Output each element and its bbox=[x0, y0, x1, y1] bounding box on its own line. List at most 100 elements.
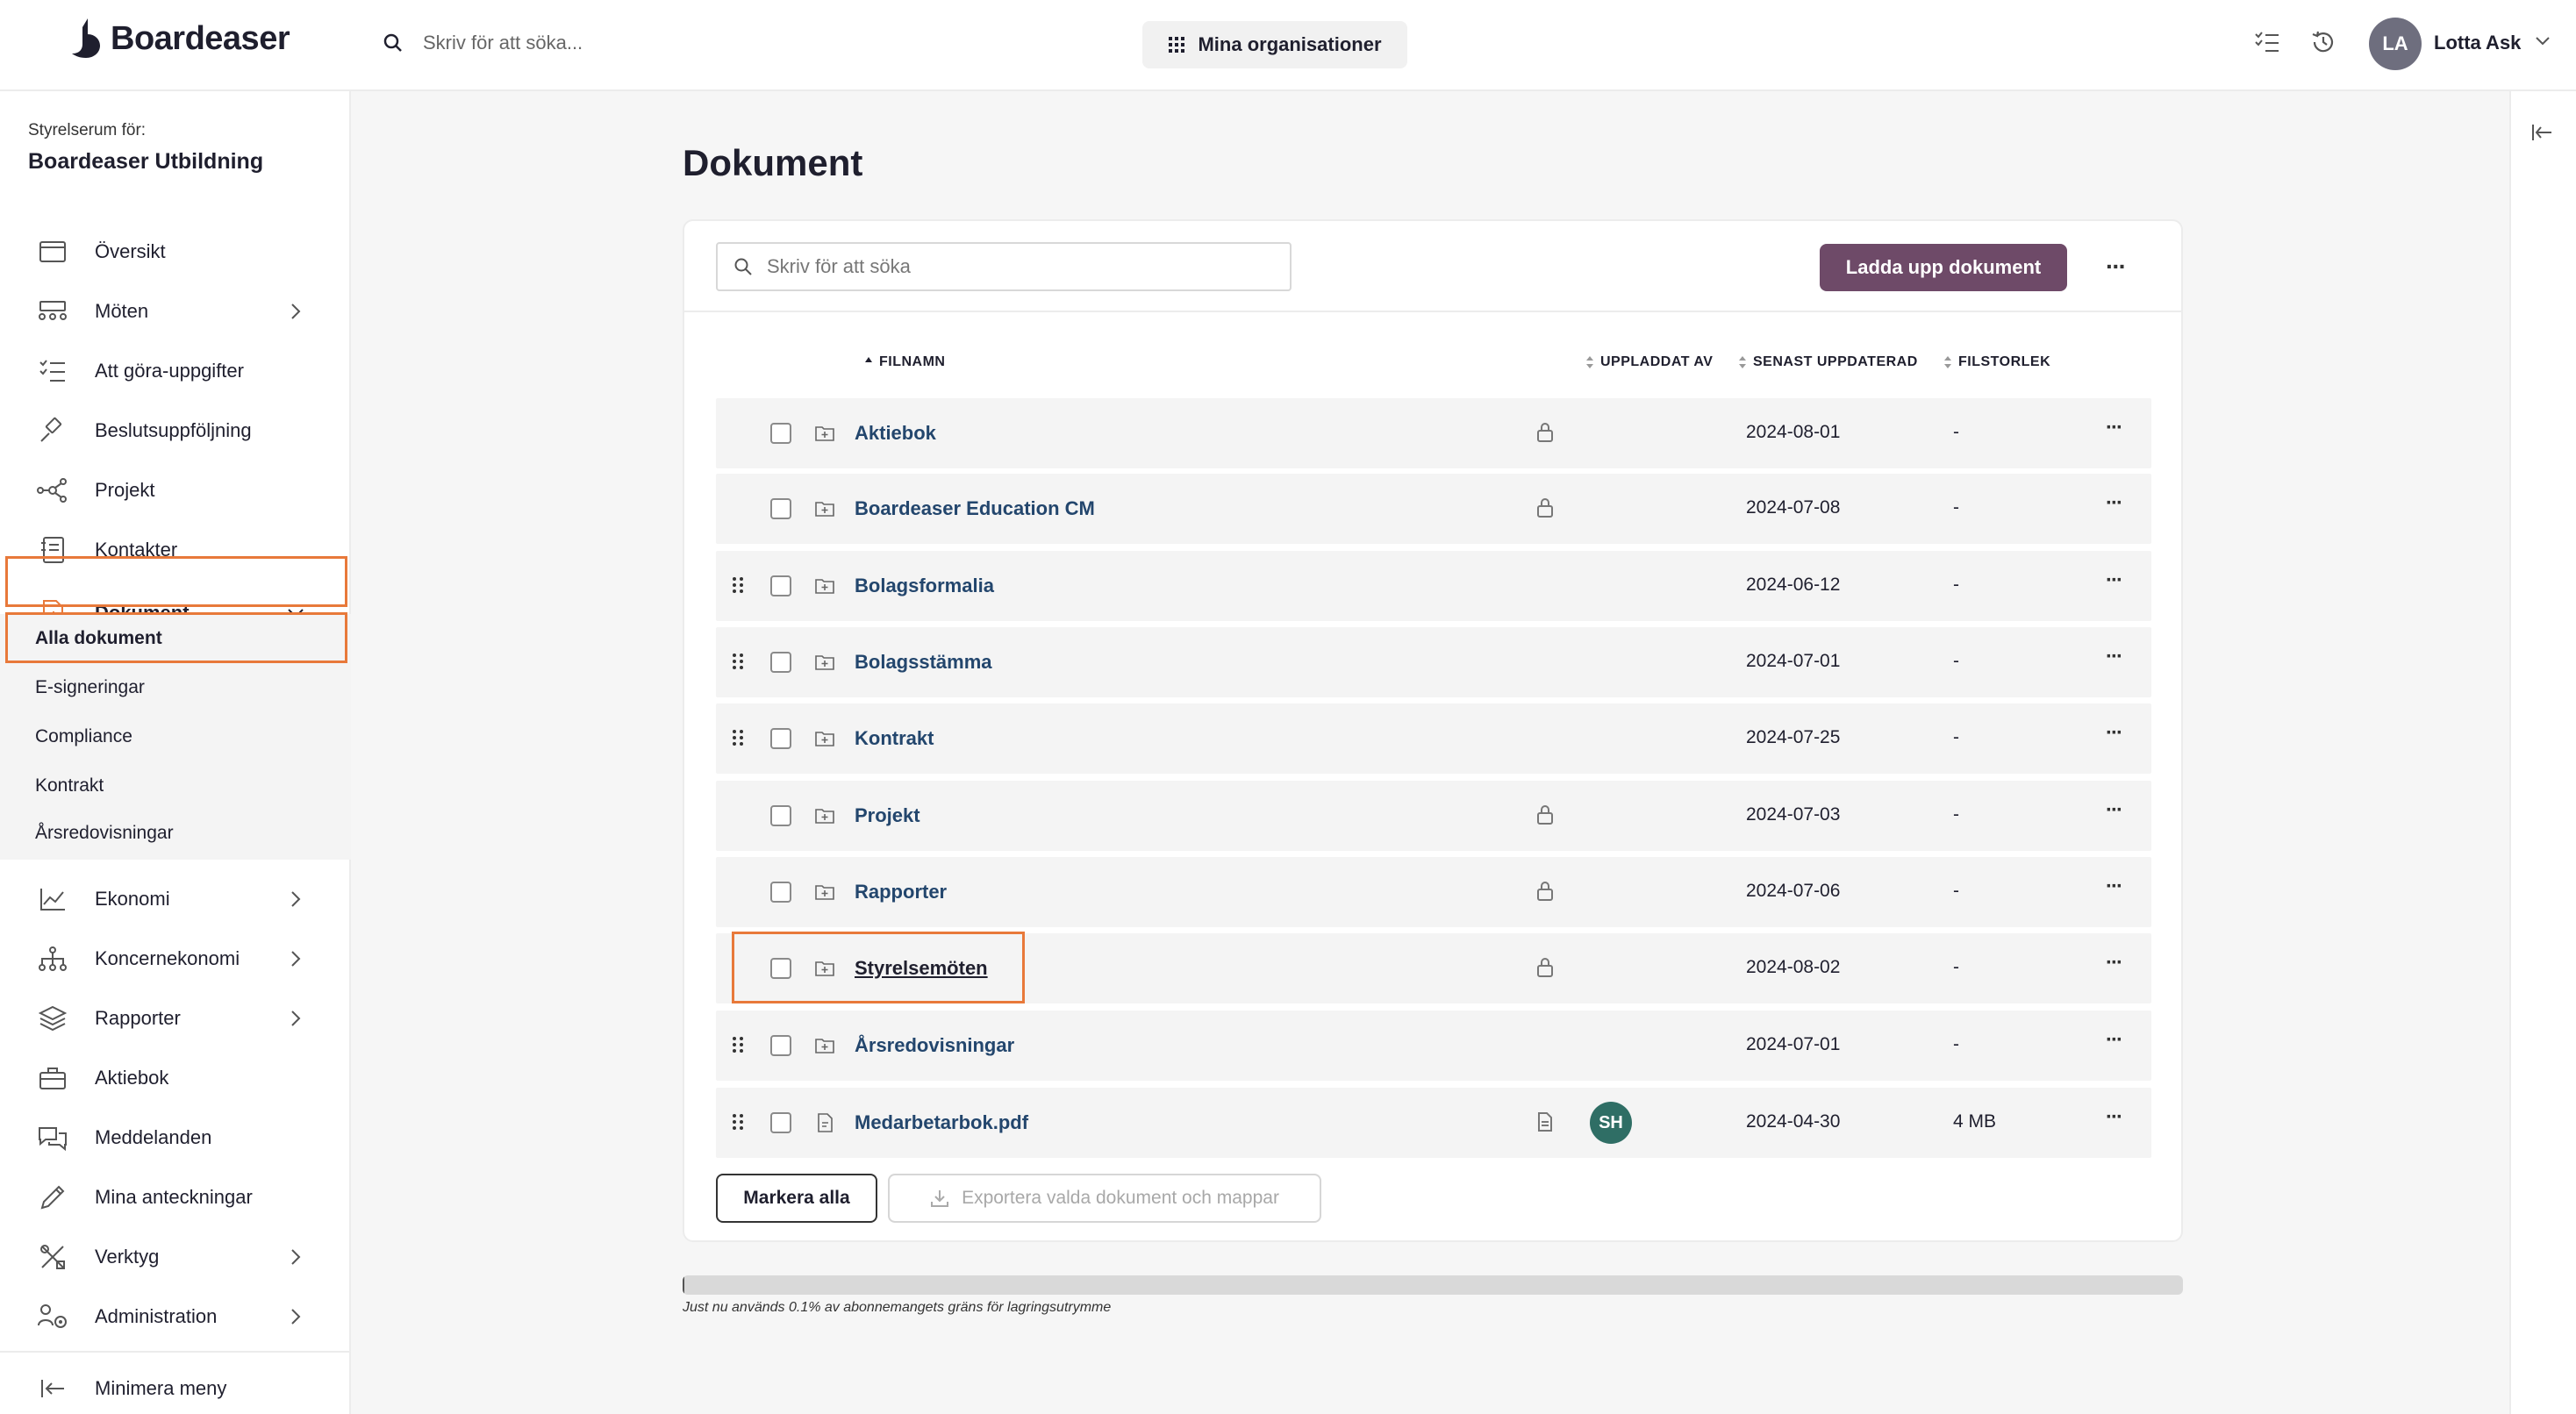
table-row[interactable]: Bolagsstämma 2024-07-01 - ··· bbox=[716, 627, 2151, 697]
table-row[interactable]: Medarbetarbok.pdf SH 2024-04-30 4 MB ··· bbox=[716, 1088, 2151, 1158]
drag-handle-icon[interactable] bbox=[732, 575, 744, 595]
sidebar-item-rapporter[interactable]: Rapporter bbox=[0, 989, 351, 1047]
right-panel bbox=[2509, 91, 2576, 1414]
table-row[interactable]: Bolagsformalia 2024-06-12 - ··· bbox=[716, 551, 2151, 621]
sidebar-item-beslutsuppfoljning[interactable]: Beslutsuppföljning bbox=[0, 402, 351, 460]
sidebar-item-aktiebok[interactable]: Aktiebok bbox=[0, 1049, 351, 1107]
row-more-button[interactable]: ··· bbox=[2106, 875, 2123, 899]
submenu-item-e-signeringar[interactable]: E-signeringar bbox=[35, 677, 145, 698]
row-more-button[interactable]: ··· bbox=[2106, 951, 2123, 975]
sidebar-divider bbox=[0, 1351, 351, 1353]
lock-icon bbox=[1537, 423, 1553, 442]
file-name-link[interactable]: Boardeaser Education CM bbox=[855, 497, 1095, 520]
collapse-panel-icon[interactable] bbox=[2530, 123, 2553, 142]
todo-list-icon bbox=[37, 355, 68, 387]
upload-document-button[interactable]: Ladda upp dokument bbox=[1820, 244, 2067, 291]
table-row[interactable]: Boardeaser Education CM 2024-07-08 - ··· bbox=[716, 474, 2151, 544]
file-name-link[interactable]: Kontrakt bbox=[855, 727, 934, 750]
document-search-input[interactable] bbox=[767, 255, 1258, 278]
drag-handle-icon[interactable] bbox=[732, 1112, 744, 1132]
more-options-button[interactable]: ··· bbox=[2106, 253, 2127, 281]
search-icon bbox=[734, 258, 752, 275]
task-checklist-icon[interactable] bbox=[2251, 26, 2283, 58]
sidebar-item-att-gora[interactable]: Att göra-uppgifter bbox=[0, 342, 351, 400]
mark-all-button[interactable]: Markera alla bbox=[716, 1174, 877, 1223]
global-search-placeholder[interactable]: Skriv för att söka... bbox=[423, 32, 583, 54]
global-search[interactable]: Skriv för att söka... bbox=[383, 25, 821, 61]
row-checkbox[interactable] bbox=[770, 1035, 791, 1056]
document-search[interactable] bbox=[716, 242, 1292, 291]
row-checkbox[interactable] bbox=[770, 728, 791, 749]
file-details-icon[interactable] bbox=[1535, 1110, 1555, 1133]
sidebar-item-moten[interactable]: Möten bbox=[0, 282, 351, 340]
sidebar: Styrelserum för: Boardeaser Utbildning Ö… bbox=[0, 91, 351, 1414]
column-header-filename[interactable]: FILNAMN bbox=[863, 354, 945, 370]
file-name-link[interactable]: Bolagsstämma bbox=[855, 651, 992, 674]
user-name[interactable]: Lotta Ask bbox=[2434, 32, 2521, 54]
file-name-link[interactable]: Medarbetarbok.pdf bbox=[855, 1111, 1028, 1134]
lock-icon bbox=[1537, 882, 1553, 901]
column-header-uploaded-by[interactable]: UPPLADDAT AV bbox=[1585, 354, 1713, 370]
sidebar-item-koncernekonomi[interactable]: Koncernekonomi bbox=[0, 930, 351, 988]
chevron-right-icon bbox=[291, 304, 301, 319]
sidebar-item-mina-anteckningar[interactable]: Mina anteckningar bbox=[0, 1168, 351, 1226]
sidebar-item-ekonomi[interactable]: Ekonomi bbox=[0, 870, 351, 928]
overview-icon bbox=[37, 236, 68, 268]
last-updated-date: 2024-04-30 bbox=[1746, 1111, 1841, 1132]
row-checkbox[interactable] bbox=[770, 805, 791, 826]
row-more-button[interactable]: ··· bbox=[2106, 645, 2123, 669]
sidebar-item-verktyg[interactable]: Verktyg bbox=[0, 1228, 351, 1286]
row-more-button[interactable]: ··· bbox=[2106, 798, 2123, 823]
submenu-item-arsredovisningar[interactable]: Årsredovisningar bbox=[35, 823, 174, 844]
row-checkbox[interactable] bbox=[770, 652, 791, 673]
table-row[interactable]: Kontrakt 2024-07-25 - ··· bbox=[716, 703, 2151, 774]
row-more-button[interactable]: ··· bbox=[2106, 1028, 2123, 1053]
file-name-link[interactable]: Aktiebok bbox=[855, 422, 936, 445]
last-updated-date: 2024-07-06 bbox=[1746, 881, 1841, 901]
uploader-avatar[interactable]: SH bbox=[1590, 1102, 1632, 1144]
table-row[interactable]: Aktiebok 2024-08-01 - ··· bbox=[716, 398, 2151, 468]
sidebar-item-administration[interactable]: Administration bbox=[0, 1288, 351, 1346]
table-row[interactable]: Rapporter 2024-07-06 - ··· bbox=[716, 857, 2151, 927]
chevron-down-icon[interactable] bbox=[2534, 35, 2551, 47]
column-header-label: FILNAMN bbox=[879, 354, 946, 369]
tools-icon bbox=[37, 1241, 68, 1273]
row-checkbox[interactable] bbox=[770, 882, 791, 903]
file-name-link[interactable]: Årsredovisningar bbox=[855, 1034, 1014, 1057]
column-header-last-updated[interactable]: SENAST UPPDATERAD bbox=[1737, 354, 1918, 370]
sidebar-item-projekt[interactable]: Projekt bbox=[0, 461, 351, 519]
briefcase-icon bbox=[37, 1062, 68, 1094]
drag-handle-icon[interactable] bbox=[732, 728, 744, 747]
chevron-right-icon bbox=[291, 951, 301, 967]
file-name-link[interactable]: Projekt bbox=[855, 804, 920, 827]
table-row[interactable]: Projekt 2024-07-03 - ··· bbox=[716, 781, 2151, 851]
alla-dokument-highlight-box bbox=[5, 612, 347, 663]
boardeaser-logo[interactable]: Boardeaser bbox=[68, 16, 290, 61]
submenu-item-kontrakt[interactable]: Kontrakt bbox=[35, 775, 104, 796]
row-more-button[interactable]: ··· bbox=[2106, 721, 2123, 746]
my-organizations-button[interactable]: Mina organisationer bbox=[1142, 21, 1407, 68]
file-name-link[interactable]: Bolagsformalia bbox=[855, 575, 994, 597]
row-more-button[interactable]: ··· bbox=[2106, 568, 2123, 593]
table-row[interactable]: Årsredovisningar 2024-07-01 - ··· bbox=[716, 1011, 2151, 1081]
column-header-filesize[interactable]: FILSTORLEK bbox=[1943, 354, 2050, 370]
sidebar-item-label: Möten bbox=[95, 300, 149, 322]
sidebar-item-oversikt[interactable]: Översikt bbox=[0, 223, 351, 281]
user-avatar[interactable]: LA bbox=[2369, 18, 2422, 70]
row-checkbox[interactable] bbox=[770, 575, 791, 596]
file-name-link[interactable]: Rapporter bbox=[855, 881, 947, 903]
submenu-item-compliance[interactable]: Compliance bbox=[35, 726, 132, 747]
row-more-button[interactable]: ··· bbox=[2106, 491, 2123, 516]
sidebar-item-meddelanden[interactable]: Meddelanden bbox=[0, 1109, 351, 1167]
row-checkbox[interactable] bbox=[770, 1112, 791, 1133]
export-selected-button[interactable]: Exportera valda dokument och mappar bbox=[888, 1174, 1321, 1223]
row-checkbox[interactable] bbox=[770, 498, 791, 519]
drag-handle-icon[interactable] bbox=[732, 652, 744, 671]
history-icon[interactable] bbox=[2308, 26, 2339, 58]
sidebar-item-label: Administration bbox=[95, 1305, 218, 1327]
row-checkbox[interactable] bbox=[770, 423, 791, 444]
row-more-button[interactable]: ··· bbox=[2106, 1105, 2123, 1130]
minimize-menu-button[interactable]: Minimera meny bbox=[0, 1360, 351, 1414]
drag-handle-icon[interactable] bbox=[732, 1035, 744, 1054]
row-more-button[interactable]: ··· bbox=[2106, 416, 2123, 440]
